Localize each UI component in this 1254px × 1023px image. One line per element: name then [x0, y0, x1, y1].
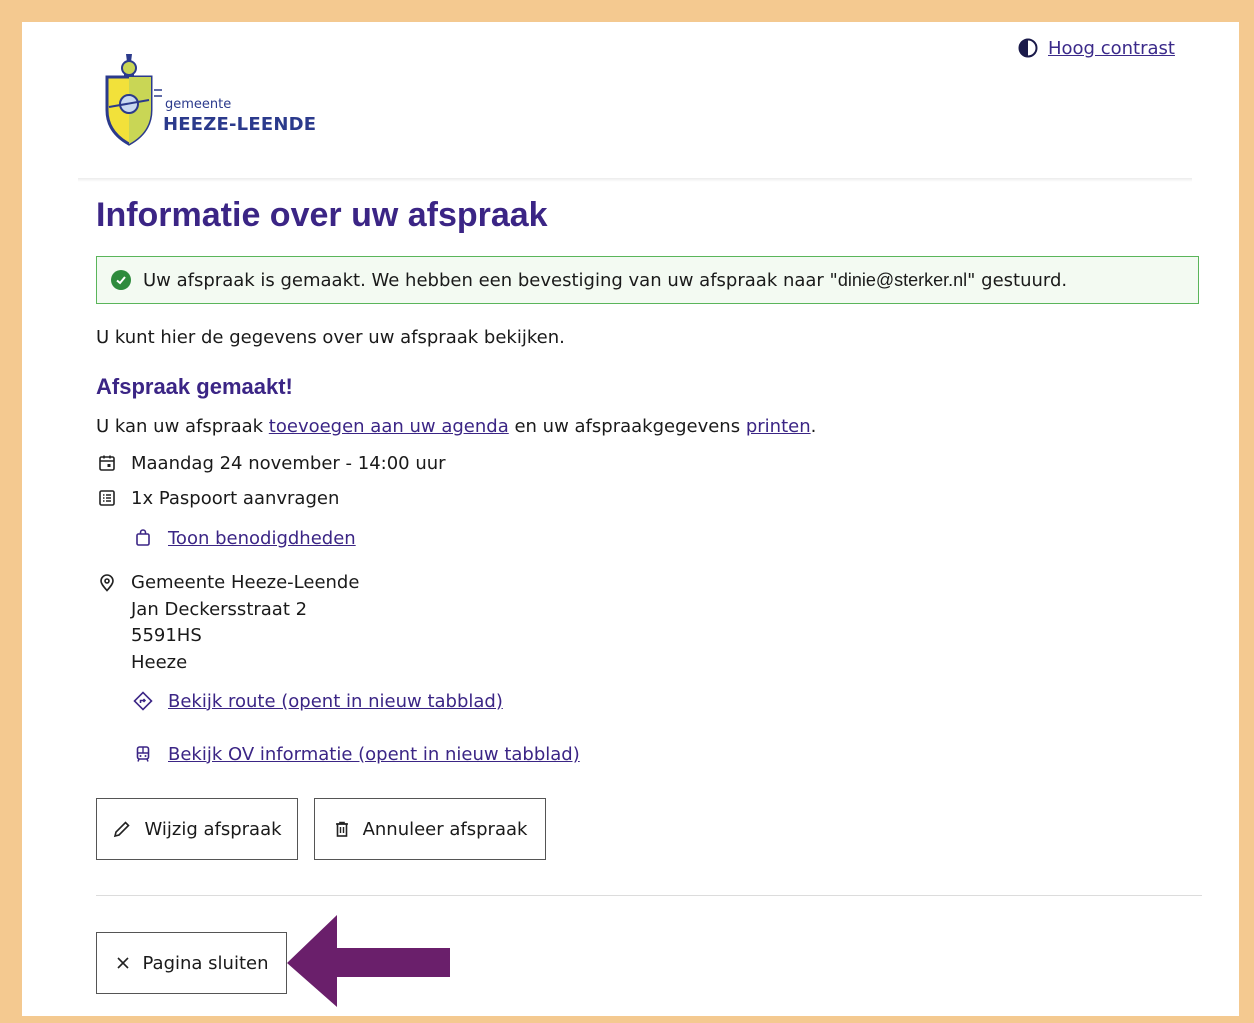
bus-icon — [132, 743, 154, 765]
address-line: 5591HS — [131, 625, 202, 646]
pointer-arrow-icon — [287, 915, 450, 1007]
edit-appointment-button[interactable]: Wijzig afspraak — [96, 798, 298, 860]
pencil-icon — [114, 821, 131, 838]
alert-email: dinie@sterker.nl — [837, 269, 968, 290]
logo-text-name: HEEZE-LEENDE — [163, 114, 317, 135]
appointment-product: 1x Paspoort aanvragen — [131, 487, 340, 509]
route-row[interactable]: Bekijk route (opent in nieuw tabblad) — [132, 690, 503, 712]
requirements-row[interactable]: Toon benodigdheden — [132, 527, 356, 549]
actions-prefix: U kan uw afspraak — [96, 416, 269, 437]
address-line: Heeze — [131, 651, 188, 673]
print-link[interactable]: printen — [746, 416, 811, 437]
actions-suffix: . — [810, 416, 817, 437]
cancel-appointment-button[interactable]: Annuleer afspraak — [314, 798, 546, 860]
appointment-date-row: Maandag 24 november - 14:00 uur — [96, 452, 446, 474]
route-icon — [132, 690, 154, 712]
intro-text: U kunt hier de gegevens over uw afspraak… — [96, 327, 565, 348]
check-circle-icon — [111, 270, 131, 290]
map-pin-icon — [96, 572, 118, 594]
section-divider — [96, 895, 1202, 896]
cancel-appointment-label: Annuleer afspraak — [362, 818, 528, 840]
show-requirements-link[interactable]: Toon benodigdheden — [168, 528, 356, 549]
address-line: Jan Deckersstraat 2 — [131, 598, 308, 620]
close-icon — [116, 957, 129, 969]
logo-text-gemeente: gemeente — [165, 97, 232, 112]
municipality-logo[interactable]: gemeente HEEZE-LEENDE — [104, 52, 324, 147]
appointment-date: Maandag 24 november - 14:00 uur — [131, 452, 446, 474]
alert-text-before: Uw afspraak is gemaakt. We hebben een be… — [143, 269, 838, 291]
close-page-label: Pagina sluiten — [142, 952, 269, 974]
add-to-calendar-link[interactable]: toevoegen aan uw agenda — [269, 416, 509, 437]
alert-text-after: " gestuurd. — [967, 269, 1068, 291]
header-divider — [78, 178, 1192, 182]
view-route-link[interactable]: Bekijk route (opent in nieuw tabblad) — [168, 691, 503, 712]
success-alert: Uw afspraak is gemaakt. We hebben een be… — [96, 256, 1199, 304]
site-header: gemeente HEEZE-LEENDE Hoog contrast — [22, 22, 1239, 180]
address-lines: Gemeente Heeze-Leende Jan Deckersstraat … — [131, 570, 359, 676]
appointment-product-row: 1x Paspoort aanvragen — [96, 487, 339, 509]
coat-of-arms-icon — [105, 54, 162, 146]
view-ov-info-link[interactable]: Bekijk OV informatie (opent in nieuw tab… — [168, 744, 580, 765]
high-contrast-toggle[interactable]: Hoog contrast — [1018, 36, 1175, 60]
bag-icon — [132, 527, 154, 549]
calendar-icon — [96, 452, 118, 474]
page-frame: gemeente HEEZE-LEENDE Hoog contrast Info… — [22, 22, 1239, 1016]
ov-row[interactable]: Bekijk OV informatie (opent in nieuw tab… — [132, 743, 580, 765]
edit-appointment-label: Wijzig afspraak — [144, 818, 282, 840]
contrast-icon — [1018, 38, 1038, 58]
high-contrast-link[interactable]: Hoog contrast — [1048, 38, 1175, 59]
page-title: Informatie over uw afspraak — [96, 196, 548, 234]
trash-icon — [335, 821, 348, 837]
section-title: Afspraak gemaakt! — [96, 374, 293, 399]
list-icon — [96, 487, 118, 509]
address-line: Gemeente Heeze-Leende — [131, 572, 360, 593]
location-block: Gemeente Heeze-Leende Jan Deckersstraat … — [96, 570, 359, 676]
close-page-button[interactable]: Pagina sluiten — [96, 932, 287, 994]
actions-middle: en uw afspraakgegevens — [508, 416, 746, 437]
appointment-actions-text: U kan uw afspraak toevoegen aan uw agend… — [96, 416, 816, 437]
